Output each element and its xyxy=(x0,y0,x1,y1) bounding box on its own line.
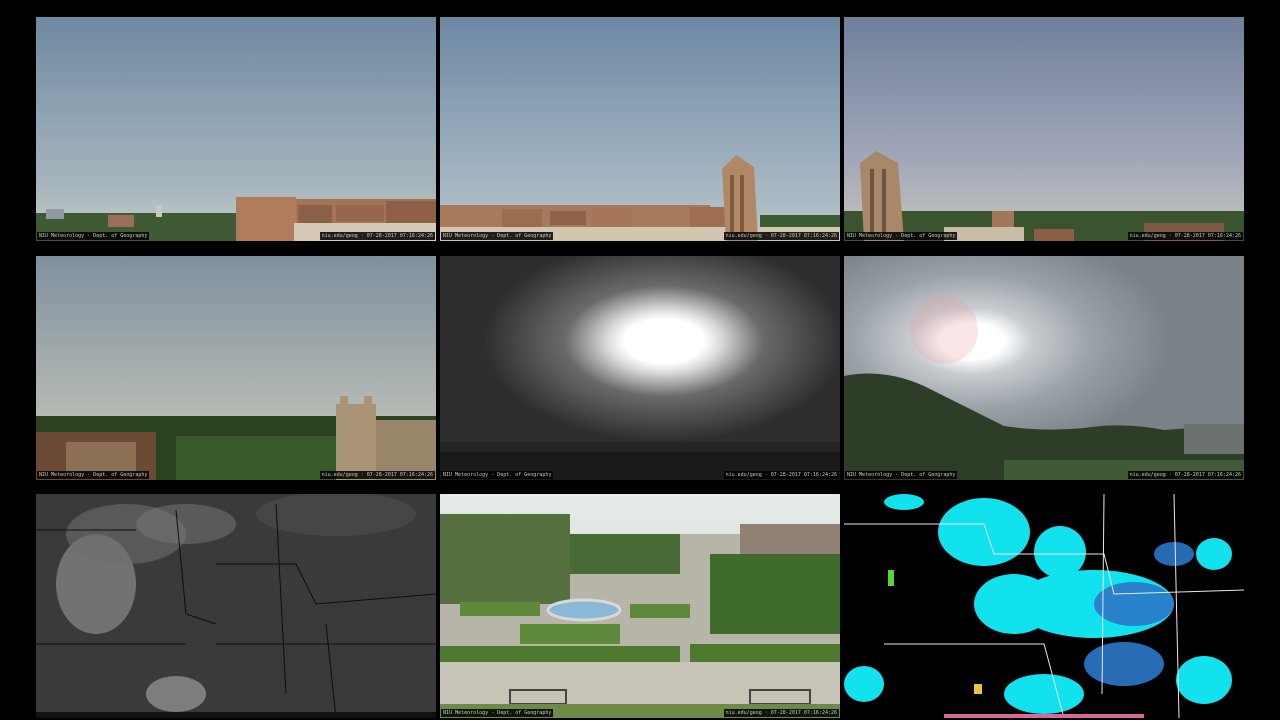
webcam-tile-rooftop-west[interactable]: NIU Meteorology - Dept. of Geography niu… xyxy=(36,17,436,241)
webcam-image-campus-plaza xyxy=(440,494,840,718)
caption-right: niu.edu/geog · 07-28-2017 07:16:24:26 xyxy=(319,232,435,240)
webcam-image-sun-trees xyxy=(844,256,1244,480)
caption-left: NIU Meteorology - Dept. of Geography xyxy=(845,471,958,479)
webcam-tile-campus-plaza[interactable]: NIU Meteorology - Dept. of Geography niu… xyxy=(440,494,840,718)
webcam-tile-rooftop-tower[interactable]: NIU Meteorology - Dept. of Geography niu… xyxy=(440,17,840,241)
caption-left: NIU Meteorology - Dept. of Geography xyxy=(441,709,554,717)
caption-left: NIU Meteorology - Dept. of Geography xyxy=(845,232,958,240)
caption-right: niu.edu/geog · 07-28-2017 07:16:24:26 xyxy=(723,232,839,240)
webcam-tile-sun-trees[interactable]: NIU Meteorology - Dept. of Geography niu… xyxy=(844,256,1244,480)
caption-left: NIU Meteorology - Dept. of Geography xyxy=(441,471,554,479)
satellite-image xyxy=(36,494,436,718)
webcam-tile-tower-east[interactable]: NIU Meteorology - Dept. of Geography niu… xyxy=(844,17,1244,241)
webcam-image-campus-skyline xyxy=(36,256,436,480)
caption-right: niu.edu/geog · 07-28-2017 07:16:24:26 xyxy=(1127,232,1243,240)
radar-image xyxy=(844,494,1244,718)
caption-left: NIU Meteorology - Dept. of Geography xyxy=(37,471,150,479)
webcam-image-sun-glare xyxy=(440,256,840,480)
caption-right: niu.edu/geog · 07-28-2017 07:16:24:26 xyxy=(723,709,839,717)
webcam-image-tower-east xyxy=(844,17,1244,241)
webcam-tile-sun-glare[interactable]: NIU Meteorology - Dept. of Geography niu… xyxy=(440,256,840,480)
webcam-wall: NIU Meteorology - Dept. of Geography niu… xyxy=(0,0,1280,720)
caption-right: niu.edu/geog · 07-28-2017 07:16:24:26 xyxy=(723,471,839,479)
caption-left: NIU Meteorology - Dept. of Geography xyxy=(37,232,150,240)
webcam-image-rooftop-tower xyxy=(440,17,840,241)
radar-image-tile[interactable] xyxy=(844,494,1244,718)
webcam-tile-campus-skyline[interactable]: NIU Meteorology - Dept. of Geography niu… xyxy=(36,256,436,480)
caption-right: niu.edu/geog · 07-28-2017 07:16:24:26 xyxy=(319,471,435,479)
caption-left: NIU Meteorology - Dept. of Geography xyxy=(441,232,554,240)
satellite-image-tile[interactable] xyxy=(36,494,436,718)
caption-right: niu.edu/geog · 07-28-2017 07:16:24:26 xyxy=(1127,471,1243,479)
webcam-image-rooftop-west xyxy=(36,17,436,241)
